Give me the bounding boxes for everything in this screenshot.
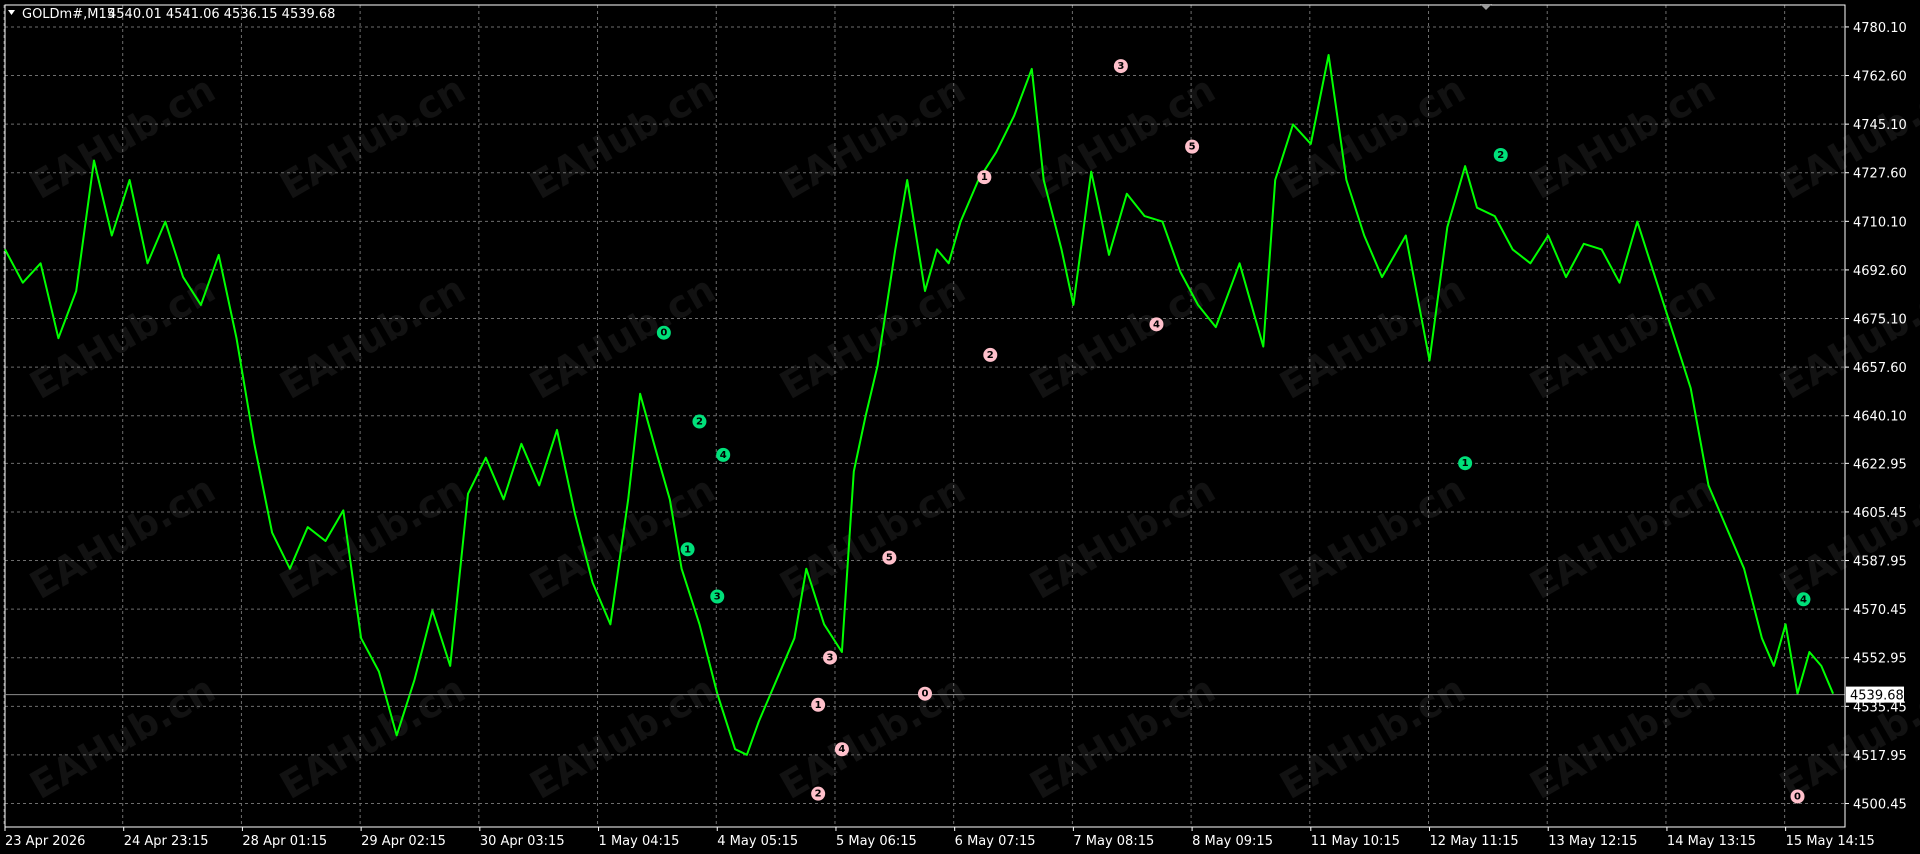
wave-marker-label: 3 xyxy=(714,592,721,603)
wave-marker: 0 xyxy=(656,325,671,340)
wave-marker-label: 5 xyxy=(1189,142,1196,153)
wave-marker-label: 1 xyxy=(684,544,691,555)
time-tick-label: 28 Apr 01:15 xyxy=(242,834,327,849)
wave-marker: 3 xyxy=(823,650,838,665)
time-tick-label: 11 May 10:15 xyxy=(1311,834,1400,849)
wave-marker: 2 xyxy=(692,414,707,429)
current-price-text: 4539.68 xyxy=(1850,689,1904,704)
wave-marker: 2 xyxy=(811,786,826,801)
price-tick-label: 4657.60 xyxy=(1853,361,1907,376)
wave-marker-label: 2 xyxy=(815,789,822,800)
wave-marker-label: 3 xyxy=(827,653,834,664)
wave-marker-label: 1 xyxy=(815,700,822,711)
time-tick-label: 30 Apr 03:15 xyxy=(480,834,565,849)
wave-marker-label: 4 xyxy=(1153,319,1160,330)
wave-marker-label: 1 xyxy=(1462,458,1469,469)
price-tick-label: 4605.45 xyxy=(1853,506,1907,521)
price-tick-label: 4640.10 xyxy=(1853,410,1907,425)
time-tick-label: 8 May 09:15 xyxy=(1192,834,1273,849)
time-tick-label: 5 May 06:15 xyxy=(836,834,917,849)
wave-marker: 1 xyxy=(811,697,826,712)
wave-marker-label: 1 xyxy=(981,172,988,183)
price-tick-label: 4762.60 xyxy=(1853,70,1907,85)
wave-marker-label: 2 xyxy=(696,417,703,428)
wave-marker-label: 4 xyxy=(1800,594,1807,605)
symbol-timeframe: GOLDm#,M15 xyxy=(22,7,115,22)
time-tick-label: 15 May 14:15 xyxy=(1786,834,1875,849)
price-tick-label: 4622.95 xyxy=(1853,457,1907,472)
wave-marker: 5 xyxy=(1185,139,1200,154)
price-tick-label: 4727.60 xyxy=(1853,167,1907,182)
wave-marker: 1 xyxy=(1458,456,1473,471)
price-chart[interactable]: EAHub.cn EAHub.cn EAHub.cn EAHub.cn EAHub.cn… xyxy=(0,0,1920,854)
wave-marker: 0 xyxy=(1790,789,1805,804)
price-tick-label: 4552.95 xyxy=(1853,652,1907,667)
time-tick-label: 12 May 11:15 xyxy=(1430,834,1519,849)
wave-marker: 1 xyxy=(680,542,695,557)
wave-marker: 4 xyxy=(834,742,849,757)
price-tick-label: 4710.10 xyxy=(1853,215,1907,230)
time-tick-label: 7 May 08:15 xyxy=(1073,834,1154,849)
time-tick-label: 6 May 07:15 xyxy=(955,834,1036,849)
wave-marker-label: 0 xyxy=(1794,791,1801,802)
wave-marker-label: 4 xyxy=(720,450,727,461)
price-tick-label: 4517.95 xyxy=(1853,749,1907,764)
wave-marker: 4 xyxy=(716,447,731,462)
price-tick-label: 4780.10 xyxy=(1853,21,1907,36)
price-tick-label: 4745.10 xyxy=(1853,118,1907,133)
wave-marker: 0 xyxy=(918,686,932,701)
wave-marker: 1 xyxy=(977,170,992,185)
time-tick-label: 1 May 04:15 xyxy=(599,834,680,849)
price-tick-label: 4692.60 xyxy=(1853,264,1907,279)
time-tick-label: 13 May 12:15 xyxy=(1548,834,1637,849)
wave-marker-label: 2 xyxy=(987,350,994,361)
price-tick-label: 4675.10 xyxy=(1853,313,1907,328)
wave-marker: 2 xyxy=(983,347,998,362)
wave-marker: 4 xyxy=(1796,592,1811,607)
chart-header: GOLDm#,M15 4540.01 4541.06 4536.15 4539.… xyxy=(8,7,335,22)
time-tick-label: 29 Apr 02:15 xyxy=(361,834,446,849)
wave-marker: 3 xyxy=(710,589,725,604)
wave-marker-label: 0 xyxy=(660,328,667,339)
time-tick-label: 4 May 05:15 xyxy=(717,834,798,849)
wave-marker-label: 5 xyxy=(886,553,893,564)
price-tick-label: 4570.45 xyxy=(1853,603,1907,618)
time-tick-label: 23 Apr 2026 xyxy=(5,834,85,849)
price-tick-label: 4500.45 xyxy=(1853,798,1907,813)
wave-marker: 5 xyxy=(882,550,897,565)
price-tick-label: 4587.95 xyxy=(1853,555,1907,570)
wave-marker-label: 0 xyxy=(922,689,929,700)
wave-marker-label: 2 xyxy=(1497,150,1504,161)
wave-marker: 2 xyxy=(1493,147,1508,162)
time-tick-label: 14 May 13:15 xyxy=(1667,834,1756,849)
wave-marker-label: 4 xyxy=(838,744,845,755)
ohlc-values: 4540.01 4541.06 4536.15 4539.68 xyxy=(108,7,335,22)
wave-marker: 4 xyxy=(1149,317,1164,332)
time-tick-label: 24 Apr 23:15 xyxy=(124,834,209,849)
wave-marker: 3 xyxy=(1113,59,1128,74)
wave-marker-label: 3 xyxy=(1117,61,1124,72)
current-price-label: 4539.68 xyxy=(1846,686,1904,704)
